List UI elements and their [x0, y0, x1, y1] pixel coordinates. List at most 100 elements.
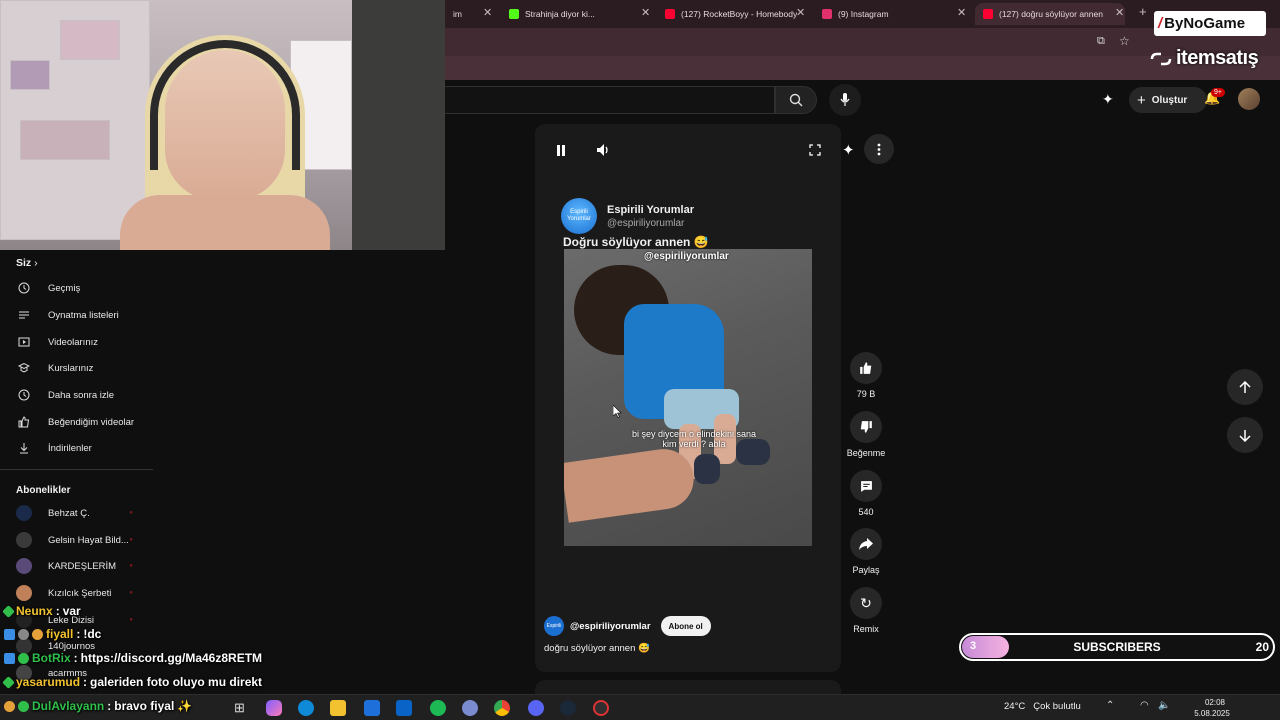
system-clock[interactable]: 02:08 5.08.2025	[1194, 697, 1230, 719]
new-tab-icon[interactable]: +	[1139, 4, 1147, 19]
notification-badge: 9+	[1211, 88, 1225, 97]
copilot-icon[interactable]	[266, 700, 282, 716]
channel-avatar	[16, 532, 32, 548]
courses-icon	[16, 360, 32, 376]
watch-later-icon	[16, 387, 32, 403]
comment-count: 540	[858, 507, 874, 517]
video-frame[interactable]: @espiriliyorumlar bi şey diycem o elinde…	[564, 249, 812, 546]
sidebar-item-watch-later[interactable]: Daha sonra izle	[16, 385, 151, 405]
weather-widget[interactable]: 24°C Çok bulutlu	[1004, 701, 1081, 712]
browser-tab-active[interactable]: (127) doğru söylüyor annen	[975, 3, 1125, 25]
chevron-up-icon[interactable]: ⌃	[1106, 700, 1114, 711]
sub-badge-icon	[2, 604, 15, 618]
chat-username: yasarumud	[16, 675, 81, 689]
browser-tab[interactable]: (9) Instagram	[814, 3, 954, 25]
search-input[interactable]	[445, 86, 775, 114]
discord-icon[interactable]	[528, 700, 544, 716]
edge-icon[interactable]	[298, 700, 314, 716]
sidebar-subscription[interactable]: Behzat Ç. ●	[16, 503, 151, 523]
chat-text: var	[62, 604, 81, 618]
install-icon[interactable]: ⧉	[1097, 35, 1105, 48]
more-options-button[interactable]	[864, 134, 894, 164]
channel-handle[interactable]: @espiriliyorumlar	[570, 621, 651, 632]
short-description: doğru söylüyor annen 😅	[544, 643, 650, 654]
dislike-button[interactable]: Beğenme	[847, 411, 885, 458]
sidebar-subscription[interactable]: Gelsin Hayat Bild... ●	[16, 530, 151, 550]
remix-shorts-icon[interactable]: ✦	[842, 141, 855, 159]
subscribe-button[interactable]: Abone ol	[660, 616, 711, 636]
channel-avatar[interactable]: Espirili	[544, 616, 564, 636]
sidebar-item-label: 140journos	[48, 640, 96, 652]
sidebar-item-your-videos[interactable]: Videolarınız	[16, 332, 151, 352]
outlook-icon[interactable]	[396, 700, 412, 716]
chat-text: https://discord.gg/Ma46z8RETM	[80, 651, 263, 665]
previous-short-button[interactable]	[1227, 369, 1263, 405]
close-tab-icon[interactable]: ✕	[483, 6, 492, 19]
sparkle-emote-icon: ✨	[177, 699, 193, 713]
sidebar-item-label: Oynatma listeleri	[48, 309, 119, 321]
file-explorer-icon[interactable]	[330, 700, 346, 716]
plus-icon: +	[1137, 91, 1146, 109]
pause-icon[interactable]	[553, 142, 569, 158]
sidebar-item-liked-videos[interactable]: Beğendiğim videolar	[16, 412, 151, 432]
fullscreen-icon[interactable]	[807, 142, 823, 158]
volume-icon[interactable]	[595, 142, 611, 158]
chat-username: BotRix	[32, 651, 71, 665]
sidebar-item-courses[interactable]: Kurslarınız	[16, 358, 151, 378]
subscriber-goal-widget: 3 SUBSCRIBERS 20	[959, 633, 1275, 661]
settings-icon[interactable]	[462, 700, 478, 716]
create-label: Oluştur	[1151, 94, 1188, 106]
task-view-icon[interactable]: ⊞	[234, 700, 250, 716]
mic-icon	[840, 93, 850, 106]
tab-title: (127) doğru söylüyor annen	[999, 9, 1103, 19]
steam-icon[interactable]	[560, 700, 576, 716]
sidebar-item-label: Behzat Ç.	[48, 507, 90, 519]
live-indicator: ●	[129, 590, 133, 596]
user-badge-icon	[18, 628, 29, 640]
channel-row: Espirili @espiriliyorumlar Abone ol	[544, 616, 711, 636]
close-tab-icon[interactable]: ✕	[641, 6, 650, 19]
wifi-icon[interactable]: ◠	[1140, 700, 1149, 711]
remix-button[interactable]: ↻ Remix	[849, 587, 883, 634]
sidebar-item-label: Daha sonra izle	[48, 389, 115, 401]
create-button[interactable]: + Oluştur	[1129, 87, 1207, 113]
browser-tab[interactable]: (127) RocketBoyy - Homebody	[657, 3, 797, 25]
sidebar-item-history[interactable]: Geçmiş	[16, 278, 151, 298]
like-button[interactable]: 79 B	[849, 352, 883, 399]
youtube-icon	[665, 9, 675, 19]
comment-icon	[850, 470, 882, 502]
dislike-label: Beğenme	[846, 448, 886, 458]
comments-button[interactable]: 540	[849, 470, 883, 517]
voice-search-button[interactable]	[829, 84, 861, 116]
live-indicator: ●	[129, 510, 133, 516]
store-icon[interactable]	[364, 700, 380, 716]
avatar[interactable]	[1238, 88, 1260, 110]
weather-desc: Çok bulutlu	[1033, 701, 1081, 712]
search-icon	[789, 93, 803, 107]
share-button[interactable]: Paylaş	[849, 528, 883, 575]
obs-icon[interactable]	[593, 700, 609, 716]
sidebar-subscription[interactable]: Kızılcık Şerbeti ●	[16, 583, 151, 603]
bookmark-star-icon[interactable]: ☆	[1119, 34, 1130, 48]
spotify-icon[interactable]	[430, 700, 446, 716]
sidebar-item-playlists[interactable]: Oynatma listeleri	[16, 305, 151, 325]
remix-shorts-icon[interactable]: ✦	[1102, 91, 1114, 108]
close-tab-icon[interactable]: ✕	[957, 6, 966, 19]
you-section-link[interactable]: Siz ›	[16, 257, 38, 269]
live-indicator: ●	[129, 617, 133, 623]
sidebar-subscription[interactable]: KARDEŞLERİM ●	[16, 556, 151, 576]
chat-text: !dc	[83, 627, 102, 641]
sidebar-item-downloads[interactable]: İndirilenler	[16, 438, 151, 458]
shorts-player[interactable]: Espirili Yorumlar Espirili Yorumlar @esp…	[535, 124, 841, 672]
verified-badge-icon	[18, 652, 29, 664]
close-tab-icon[interactable]: ✕	[1115, 6, 1124, 19]
chrome-icon[interactable]	[494, 700, 510, 716]
search-button[interactable]	[775, 86, 817, 114]
browser-tab[interactable]: Strahinja diyor ki...	[501, 3, 641, 25]
history-icon	[16, 280, 32, 296]
close-tab-icon[interactable]: ✕	[796, 6, 805, 19]
next-short-button[interactable]	[1227, 417, 1263, 453]
sidebar-item-label: Gelsin Hayat Bild...	[48, 534, 129, 546]
speaker-icon[interactable]: 🔈	[1158, 700, 1170, 711]
sidebar-item-label: Kızılcık Şerbeti	[48, 587, 112, 599]
